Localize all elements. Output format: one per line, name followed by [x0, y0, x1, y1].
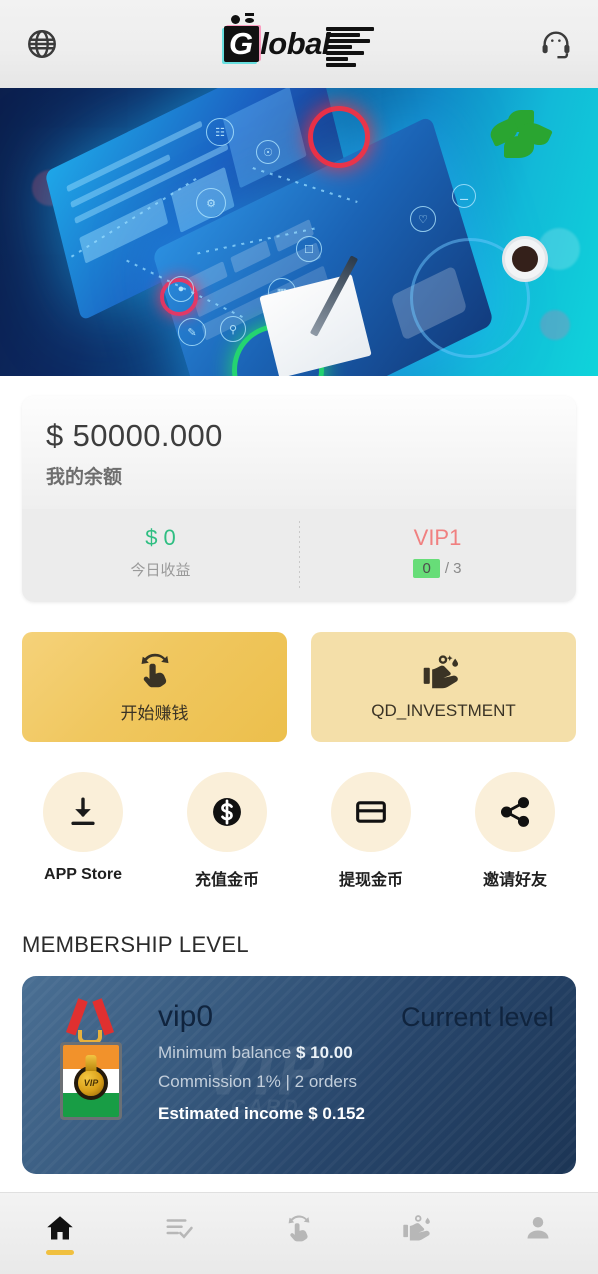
vip-medal-text: VIP — [74, 1065, 108, 1100]
headset-icon[interactable] — [536, 24, 576, 64]
min-balance-value: $ 10.00 — [295, 1043, 353, 1062]
dollar-coin-icon — [187, 772, 267, 852]
today-income-value: $ 0 — [145, 525, 176, 550]
app-logo: G lobal — [224, 13, 374, 67]
logo-text: lobal — [260, 26, 330, 61]
membership-status: Current level — [400, 1002, 554, 1032]
banner-plant-icon — [487, 110, 553, 162]
orders-total: / 3 — [444, 560, 462, 577]
membership-level: vip0 — [158, 1000, 214, 1033]
quick-links: APP Store 充值金币 提现金币 邀请好友 — [40, 772, 558, 890]
quick-link-label: 充值金币 — [194, 872, 259, 889]
download-icon — [43, 772, 123, 852]
orders-progress: 0/ 3 — [299, 559, 576, 578]
card-icon — [331, 772, 411, 852]
promo-banner: ⚙ ● ✎ ⚲ ▦ ☐ ☷ ☉ ♡ ⚊ — [0, 88, 598, 376]
orders-done: 0 — [413, 559, 440, 578]
balance-label: 我的余额 — [46, 467, 123, 488]
tap-gesture-icon — [134, 651, 176, 689]
quick-link-invite[interactable]: 邀请好友 — [472, 772, 558, 890]
balance-top: $ 50000.000 我的余额 — [22, 396, 576, 509]
quick-link-label: 提现金币 — [338, 872, 403, 889]
action-buttons: 开始赚钱 QD_INVESTMENT — [22, 632, 576, 742]
nav-item-profile[interactable] — [478, 1193, 598, 1274]
quick-link-recharge[interactable]: 充值金币 — [184, 772, 270, 890]
globe-icon[interactable] — [22, 24, 62, 64]
today-income-stat: $ 0 今日收益 — [22, 523, 299, 580]
stats-divider — [299, 521, 300, 590]
share-icon — [475, 772, 555, 852]
membership-card[interactable]: VIP CARD VIP vip0 Current level Minimum … — [22, 976, 576, 1174]
today-income-label: 今日收益 — [130, 562, 191, 579]
membership-min-balance: Minimum balance $ 10.00 — [158, 1043, 554, 1063]
balance-card: $ 50000.000 我的余额 $ 0 今日收益 VIP1 0/ 3 — [22, 396, 576, 602]
membership-commission: Commission 1% | 2 orders — [158, 1072, 358, 1091]
qd-investment-button[interactable]: QD_INVESTMENT — [311, 632, 576, 742]
nav-item-invest[interactable] — [359, 1193, 479, 1274]
nav-item-home[interactable] — [0, 1193, 120, 1274]
nav-item-earn[interactable] — [239, 1193, 359, 1274]
balance-stats: $ 0 今日收益 VIP1 0/ 3 — [22, 509, 576, 602]
membership-estimated-income: Estimated income $ 0.152 — [158, 1104, 365, 1123]
nav-active-indicator — [45, 1249, 74, 1255]
membership-section-title: MEMBERSHIP LEVEL — [22, 932, 249, 957]
logo-letter: G — [224, 26, 260, 62]
quick-link-label: APP Store — [44, 866, 122, 883]
vip-level: VIP1 — [413, 525, 462, 550]
nav-item-orders[interactable] — [120, 1193, 240, 1274]
bottom-navigation — [0, 1192, 598, 1274]
banner-coffee-icon — [502, 236, 548, 282]
start-earning-button[interactable]: 开始赚钱 — [22, 632, 287, 742]
vip-stat: VIP1 0/ 3 — [299, 523, 576, 580]
app-header: G lobal — [0, 0, 598, 88]
logo-bars-icon — [325, 27, 374, 67]
vip-badge-icon: VIP — [44, 998, 136, 1120]
quick-link-withdraw[interactable]: 提现金币 — [328, 772, 414, 890]
app-root: G lobal ⚙ ● ✎ ⚲ ☐ ☷ ☉ ♡ ⚊ $ 50000.000 我的… — [0, 0, 598, 1274]
qd-investment-label: QD_INVESTMENT — [371, 701, 516, 720]
membership-info: vip0 Current level Minimum balance $ 10.… — [158, 1000, 554, 1124]
quick-link-app-store[interactable]: APP Store — [40, 772, 126, 890]
hand-money-icon — [422, 653, 466, 691]
min-balance-label: Minimum balance — [158, 1043, 292, 1062]
quick-link-label: 邀请好友 — [482, 872, 547, 889]
start-earning-label: 开始赚钱 — [120, 703, 189, 723]
logo-dots-icon — [229, 13, 263, 25]
balance-amount: $ 50000.000 — [46, 418, 223, 453]
